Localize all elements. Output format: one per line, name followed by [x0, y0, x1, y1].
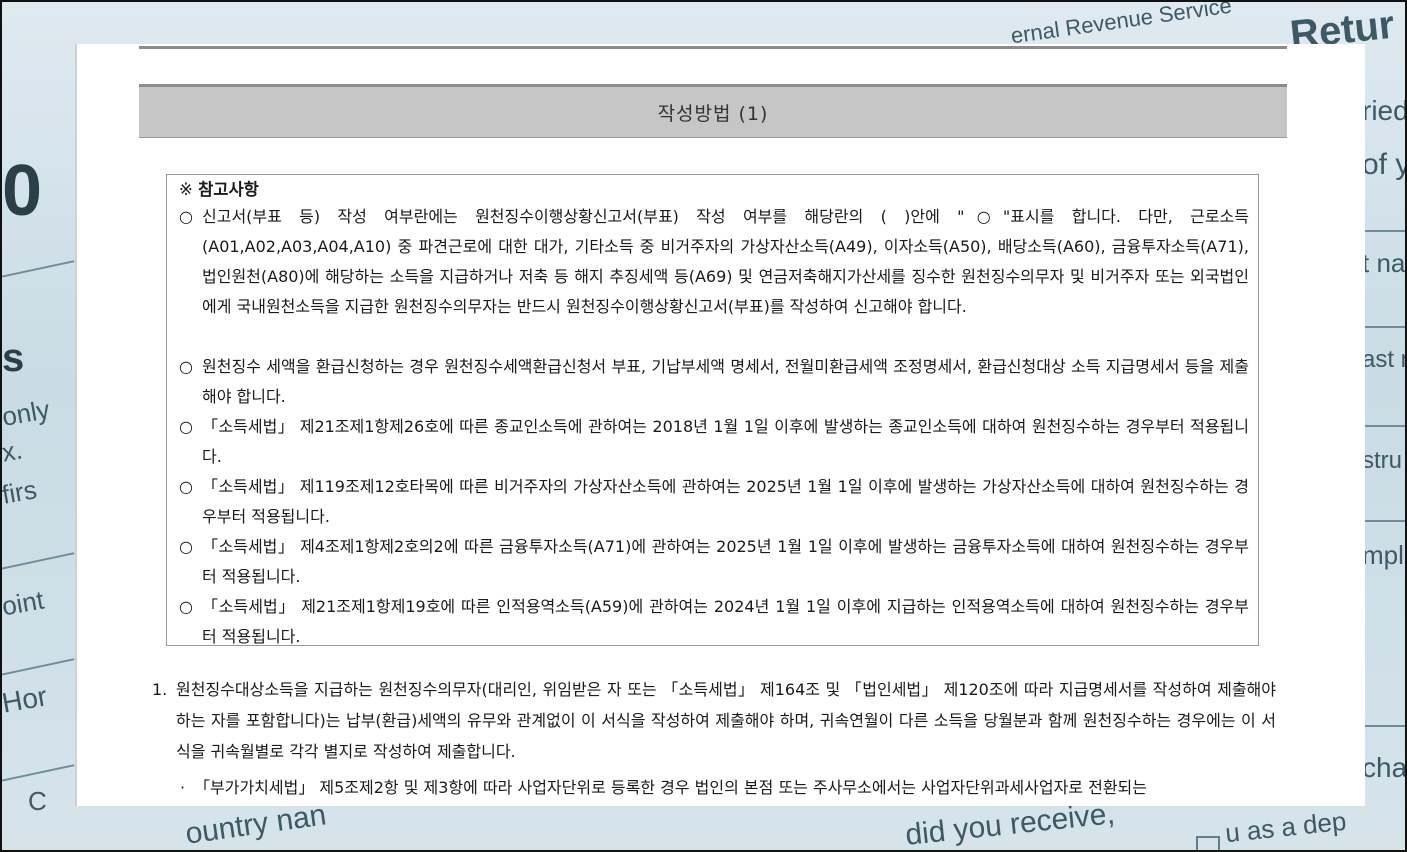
circle-bullet-icon: ○	[179, 597, 193, 616]
section-title: 작성방법 (1)	[657, 102, 769, 125]
bg-text: mple	[1362, 540, 1407, 570]
bg-text: only	[0, 394, 52, 432]
circle-bullet-icon: ○	[179, 477, 193, 496]
note-text: 「소득세법」 제119조제12호타목에 따른 비거주자의 가상자산소득에 관하여…	[202, 477, 1249, 526]
top-rule	[139, 46, 1287, 49]
bg-text: ried	[1362, 95, 1407, 126]
bg-text: oint	[0, 584, 47, 622]
note-item: ○ 신고서(부표 등) 작성 여부란에는 원천징수이행상황신고서(부표) 작성 …	[179, 202, 1249, 322]
section-title-bar: 작성방법 (1)	[139, 84, 1287, 138]
bg-text: stru	[1362, 447, 1403, 474]
circle-bullet-icon: ○	[179, 207, 193, 226]
note-text: 「소득세법」 제21조제1항제19호에 따른 인적용역소득(A59)에 관하여는…	[202, 597, 1249, 646]
note-text: 「소득세법」 제21조제1항제26호에 따른 종교인소득에 관하여는 2018년…	[202, 417, 1249, 466]
note-text: 신고서(부표 등) 작성 여부란에는 원천징수이행상황신고서(부표) 작성 여부…	[202, 207, 1249, 316]
bg-text: ast n	[1362, 346, 1407, 373]
bg-text: u as a dep	[1223, 805, 1348, 849]
note-item: ○ 원천징수 세액을 환급신청하는 경우 원천징수세액환급신청서 부표, 기납부…	[179, 352, 1249, 412]
circle-bullet-icon: ○	[179, 537, 193, 556]
bg-rule	[1362, 725, 1407, 727]
bg-text: C	[28, 786, 47, 816]
note-text: 「소득세법」 제4조제1항제2호의2에 따른 금융투자소득(A71)에 관하여는…	[202, 537, 1249, 586]
reference-mark-icon: ※	[179, 180, 193, 199]
bg-text: 0	[2, 151, 43, 231]
notes-heading-label: 참고사항	[198, 180, 259, 199]
bg-checkbox	[1196, 836, 1220, 852]
bg-rule	[1362, 326, 1407, 328]
bg-rule	[0, 552, 75, 570]
bg-text: x.	[0, 434, 25, 468]
note-item: ○ 「소득세법」 제4조제1항제2호의2에 따른 금융투자소득(A71)에 관하…	[179, 532, 1249, 592]
bg-text: ountry nan	[183, 798, 329, 851]
bg-irs-text: ernal Revenue Service	[1009, 0, 1234, 49]
sub-item-text: 「부가가치세법」 제5조제2항 및 제3항에 따라 사업자단위로 등록한 경우 …	[194, 778, 1147, 797]
instruction-text: 원천징수대상소득을 지급하는 원천징수의무자(대리인, 위임받은 자 또는 「소…	[176, 680, 1276, 761]
middle-dot-icon: ·	[180, 778, 186, 797]
note-item: ○ 「소득세법」 제21조제1항제26호에 따른 종교인소득에 관하여는 201…	[179, 412, 1249, 472]
note-item: ○ 「소득세법」 제21조제1항제19호에 따른 인적용역소득(A59)에 관하…	[179, 592, 1249, 652]
document-page: 작성방법 (1) ※ 참고사항 ○ 신고서(부표 등) 작성 여부란에는 원천징…	[75, 44, 1365, 806]
bg-text: cha	[1362, 752, 1407, 783]
bg-rule	[0, 658, 75, 676]
notes-box: ※ 참고사항 ○ 신고서(부표 등) 작성 여부란에는 원천징수이행상황신고서(…	[166, 174, 1259, 646]
bg-rule	[1362, 425, 1407, 427]
bg-rule	[1362, 520, 1407, 522]
bg-text: of y	[1362, 148, 1407, 181]
bg-rule	[0, 260, 75, 278]
notes-heading: ※ 참고사항	[179, 176, 259, 200]
instruction-number: 1.	[152, 680, 168, 699]
note-item: ○ 「소득세법」 제119조제12호타목에 따른 비거주자의 가상자산소득에 관…	[179, 472, 1249, 532]
bg-text: s	[2, 336, 25, 380]
sub-item: · 「부가가치세법」 제5조제2항 및 제3항에 따라 사업자단위로 등록한 경우…	[180, 772, 1276, 803]
bg-rule	[1362, 230, 1407, 232]
bg-rule	[0, 764, 75, 782]
circle-bullet-icon: ○	[179, 357, 193, 376]
bg-text: Hor	[0, 680, 50, 719]
bg-text: firs	[0, 474, 39, 510]
note-text: 원천징수 세액을 환급신청하는 경우 원천징수세액환급신청서 부표, 기납부세액…	[202, 357, 1249, 406]
circle-bullet-icon: ○	[179, 417, 193, 436]
instruction-item: 1. 원천징수대상소득을 지급하는 원천징수의무자(대리인, 위임받은 자 또는…	[152, 674, 1276, 767]
bg-text: t na	[1362, 248, 1406, 278]
